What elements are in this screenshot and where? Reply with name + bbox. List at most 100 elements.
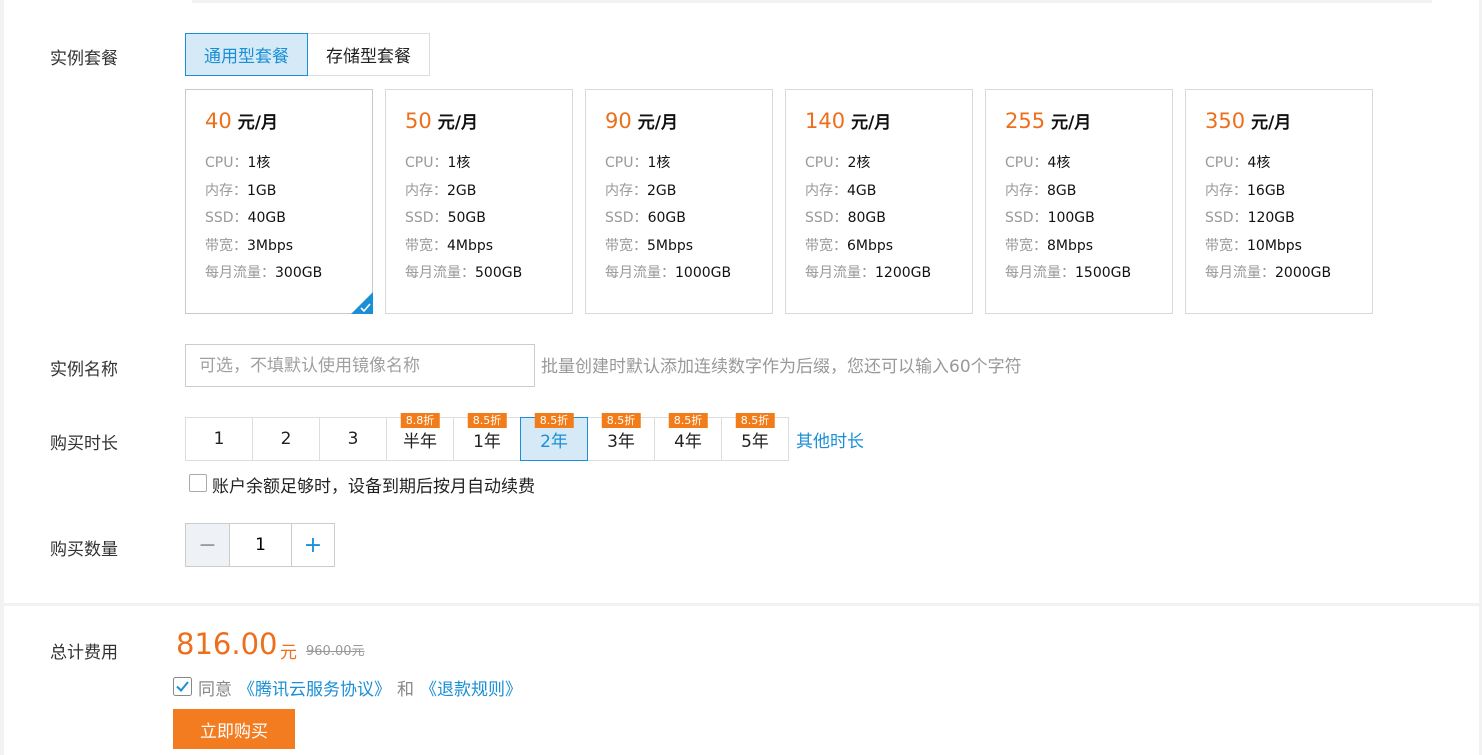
- total-label: 总计费用: [50, 643, 118, 663]
- quantity-label: 购买数量: [50, 540, 118, 560]
- duration-options: 1 2 3 8.8折 半年 8.5折 1年 8.5折 2年 8.5折 3年 8.…: [185, 413, 789, 461]
- discount-badge: 8.5折: [668, 413, 708, 428]
- spec-ssd: SSD：60GB: [605, 210, 686, 226]
- spec-traffic: 每月流量：2000GB: [1205, 265, 1332, 281]
- other-duration-link[interactable]: 其他时长: [796, 427, 864, 452]
- plan-card-350[interactable]: 350 元/月 CPU：4核 内存：16GB SSD：120GB 带宽：10Mb…: [1185, 89, 1373, 314]
- spec-bandwidth: 带宽：5Mbps: [605, 238, 694, 254]
- agreement-checkbox[interactable]: [173, 677, 192, 696]
- plan-price: 350 元/月: [1205, 108, 1291, 133]
- spec-bandwidth: 带宽：10Mbps: [1205, 238, 1302, 254]
- auto-renew-label: 账户余额足够时，设备到期后按月自动续费: [212, 477, 535, 497]
- duration-option-half-year[interactable]: 8.8折 半年: [386, 413, 454, 461]
- plan-price: 90 元/月: [605, 108, 678, 133]
- discount-badge: 8.8折: [400, 413, 440, 428]
- duration-option-3-year[interactable]: 8.5折 3年: [587, 413, 655, 461]
- total-amount: 816.00: [176, 627, 278, 661]
- name-hint: 批量创建时默认添加连续数字作为后缀，您还可以输入60个字符: [541, 357, 1022, 377]
- price-value: 40: [205, 109, 232, 133]
- spec-ssd: SSD：40GB: [205, 210, 286, 226]
- refund-rules-link[interactable]: 《退款规则》: [420, 675, 522, 700]
- spec-traffic: 每月流量：1500GB: [1005, 265, 1132, 281]
- spec-traffic: 每月流量：300GB: [205, 265, 323, 281]
- tab-general-plan[interactable]: 通用型套餐: [185, 33, 308, 76]
- spec-ssd: SSD：80GB: [805, 210, 886, 226]
- discount-badge: 8.5折: [467, 413, 507, 428]
- plan-price: 255 元/月: [1005, 108, 1091, 133]
- increment-button[interactable]: +: [291, 524, 334, 566]
- panel-top-divider: [192, 0, 1432, 3]
- price-unit: 元/月: [1051, 113, 1092, 133]
- duration-label: 购买时长: [50, 434, 118, 454]
- spec-cpu: CPU：4核: [1005, 155, 1071, 171]
- spec-cpu: CPU：2核: [805, 155, 871, 171]
- buy-now-button[interactable]: 立即购买: [173, 709, 295, 749]
- duration-option-2-year[interactable]: 8.5折 2年: [520, 413, 588, 461]
- plan-card-255[interactable]: 255 元/月 CPU：4核 内存：8GB SSD：100GB 带宽：8Mbps…: [985, 89, 1173, 314]
- spec-bandwidth: 带宽：4Mbps: [405, 238, 494, 254]
- spec-memory: 内存：4GB: [805, 183, 877, 199]
- instance-name-input[interactable]: [185, 344, 535, 387]
- price-value: 140: [805, 109, 846, 133]
- price-value: 90: [605, 109, 632, 133]
- plan-card-50[interactable]: 50 元/月 CPU：1核 内存：2GB SSD：50GB 带宽：4Mbps 每…: [385, 89, 573, 314]
- decrement-button[interactable]: −: [186, 524, 230, 566]
- agree-prefix: 同意: [198, 680, 232, 700]
- spec-bandwidth: 带宽：3Mbps: [205, 238, 294, 254]
- spec-traffic: 每月流量：1000GB: [605, 265, 732, 281]
- spec-cpu: CPU：1核: [205, 155, 271, 171]
- price-unit: 元/月: [1251, 113, 1292, 133]
- price-value: 255: [1005, 109, 1046, 133]
- spec-bandwidth: 带宽：8Mbps: [1005, 238, 1094, 254]
- spec-ssd: SSD：50GB: [405, 210, 486, 226]
- auto-renew-checkbox[interactable]: [189, 474, 207, 492]
- spec-traffic: 每月流量：500GB: [405, 265, 523, 281]
- plan-card-140[interactable]: 140 元/月 CPU：2核 内存：4GB SSD：80GB 带宽：6Mbps …: [785, 89, 973, 314]
- plan-price: 40 元/月: [205, 108, 278, 133]
- spec-ssd: SSD：100GB: [1005, 210, 1095, 226]
- discount-badge: 8.5折: [534, 413, 574, 428]
- discount-badge: 8.5折: [601, 413, 641, 428]
- duration-option-4-year[interactable]: 8.5折 4年: [654, 413, 722, 461]
- plan-label: 实例套餐: [50, 49, 118, 69]
- spec-bandwidth: 带宽：6Mbps: [805, 238, 894, 254]
- service-agreement-link[interactable]: 《腾讯云服务协议》: [238, 675, 391, 700]
- name-label: 实例名称: [50, 360, 118, 380]
- tab-storage-plan[interactable]: 存储型套餐: [307, 33, 430, 76]
- plan-price: 140 元/月: [805, 108, 891, 133]
- price-unit: 元/月: [437, 113, 478, 133]
- spec-cpu: CPU：1核: [405, 155, 471, 171]
- duration-option-2[interactable]: 2: [252, 417, 320, 461]
- spec-cpu: CPU：4核: [1205, 155, 1271, 171]
- spec-memory: 内存：2GB: [405, 183, 477, 199]
- discount-badge: 8.5折: [735, 413, 775, 428]
- price-value: 350: [1205, 109, 1246, 133]
- spec-memory: 内存：2GB: [605, 183, 677, 199]
- plan-cards: 40 元/月 CPU：1核 内存：1GB SSD：40GB 带宽：3Mbps 每…: [185, 89, 1385, 314]
- price-value: 50: [405, 109, 432, 133]
- quantity-stepper: − 1 +: [185, 523, 335, 567]
- plan-card-90[interactable]: 90 元/月 CPU：1核 内存：2GB SSD：60GB 带宽：5Mbps 每…: [585, 89, 773, 314]
- price-unit: 元/月: [237, 113, 278, 133]
- spec-traffic: 每月流量：1200GB: [805, 265, 932, 281]
- plan-type-tabs: 通用型套餐 存储型套餐: [185, 33, 430, 76]
- spec-cpu: CPU：1核: [605, 155, 671, 171]
- spec-memory: 内存：16GB: [1205, 183, 1286, 199]
- duration-option-1[interactable]: 1: [185, 417, 253, 461]
- agree-and: 和: [397, 680, 414, 700]
- quantity-value[interactable]: 1: [230, 524, 291, 566]
- spec-memory: 内存：1GB: [205, 183, 277, 199]
- duration-option-5-year[interactable]: 8.5折 5年: [721, 413, 789, 461]
- plan-card-40[interactable]: 40 元/月 CPU：1核 内存：1GB SSD：40GB 带宽：3Mbps 每…: [185, 89, 373, 314]
- duration-option-1-year[interactable]: 8.5折 1年: [453, 413, 521, 461]
- price-unit: 元/月: [851, 113, 892, 133]
- spec-memory: 内存：8GB: [1005, 183, 1077, 199]
- price-unit: 元/月: [637, 113, 678, 133]
- duration-option-3[interactable]: 3: [319, 417, 387, 461]
- agreement-text: 同意 《腾讯云服务协议》 和 《退款规则》: [198, 675, 522, 700]
- spec-ssd: SSD：120GB: [1205, 210, 1295, 226]
- plan-price: 50 元/月: [405, 108, 478, 133]
- original-price: 960.00元: [306, 644, 365, 659]
- total-unit: 元: [280, 643, 297, 663]
- selected-check-icon: [351, 292, 373, 314]
